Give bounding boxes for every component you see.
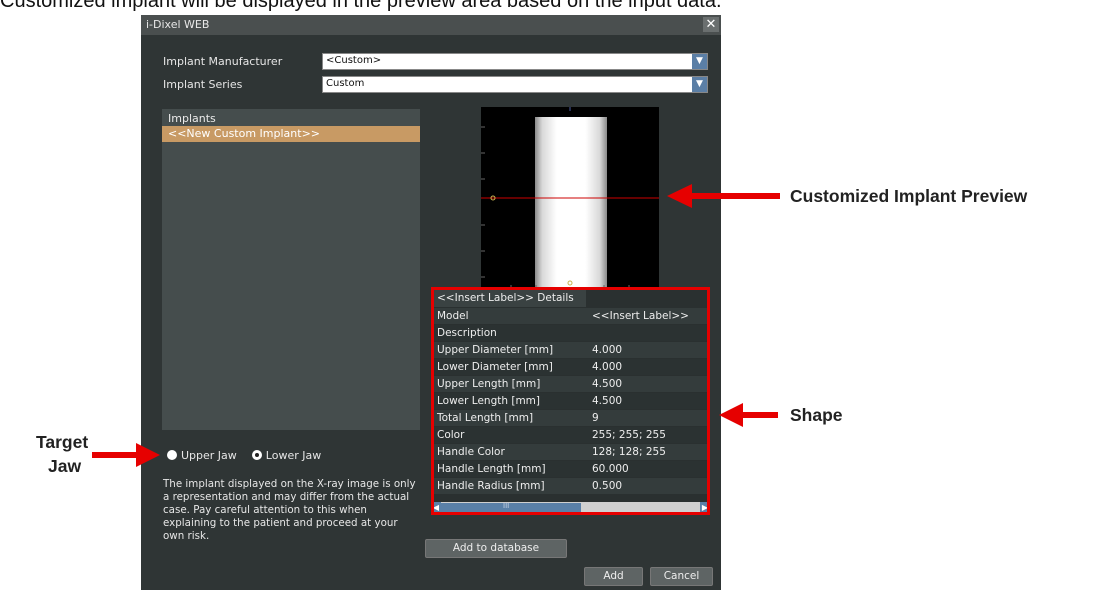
arrow-preview bbox=[667, 184, 780, 208]
annotation-arrows bbox=[92, 184, 780, 467]
arrow-shape bbox=[719, 403, 778, 427]
target-jaw-annotation-line1: Target bbox=[36, 432, 89, 452]
shape-annotation: Shape bbox=[790, 405, 843, 425]
preview-annotation: Customized Implant Preview bbox=[790, 186, 1028, 206]
target-jaw-annotation-line2: Jaw bbox=[48, 456, 82, 476]
arrow-target-jaw bbox=[92, 443, 160, 467]
